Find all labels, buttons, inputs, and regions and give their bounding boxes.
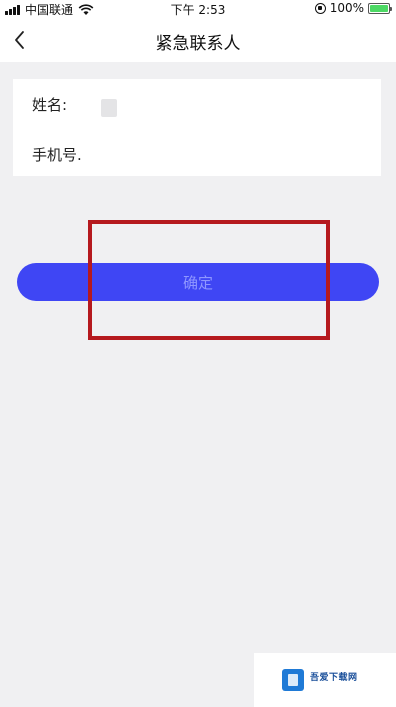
name-input[interactable] [101,99,117,117]
watermark-logo-icon [282,669,304,691]
status-bar: 中国联通 下午 2:53 100% [0,0,396,18]
battery-percent: 100% [329,1,364,15]
watermark-title: 吾爱下载网 [310,673,358,683]
phone-input[interactable] [93,137,373,169]
battery-icon [368,2,392,14]
page-title: 紧急联系人 [155,34,241,54]
watermark: 吾爱下载网 [254,653,396,707]
contact-form-card: 姓名: 手机号. [13,79,381,176]
nav-bar: 紧急联系人 [0,18,396,62]
orientation-lock-icon [314,2,326,14]
name-label: 姓名: [32,96,68,114]
battery-level-fill [370,4,388,12]
status-right: 100% [314,1,392,15]
phone-label: 手机号. [32,146,82,164]
confirm-button[interactable]: 确定 [17,263,379,301]
battery-cap [390,6,392,11]
